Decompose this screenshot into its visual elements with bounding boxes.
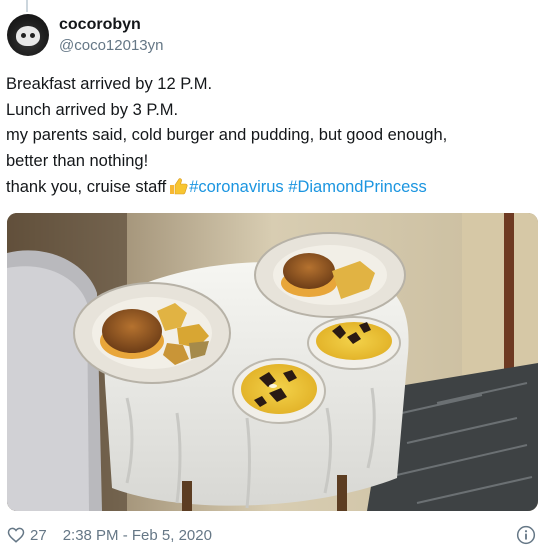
timestamp[interactable]: 2:38 PM - Feb 5, 2020 — [63, 527, 212, 544]
tweet-line-last: thank you, cruise staff #coronavirus #Di… — [6, 175, 536, 201]
tweet-line-text: thank you, cruise staff — [6, 177, 167, 196]
heart-outline-icon[interactable] — [7, 526, 25, 544]
tweet-line: my parents said, cold burger and pudding… — [6, 126, 448, 145]
user-handle[interactable]: @coco12013yn — [59, 36, 163, 55]
avatar-cat-face — [16, 26, 40, 46]
tweet-line: Lunch arrived by 3 P.M. — [6, 100, 179, 119]
avatar[interactable] — [7, 14, 49, 56]
meal-photo-illustration — [7, 213, 538, 511]
thread-connector-line — [26, 0, 28, 12]
hashtag-link[interactable]: #coronavirus — [189, 178, 283, 196]
hashtag-link[interactable]: #DiamondPrincess — [288, 178, 426, 196]
tweet-line: Breakfast arrived by 12 P.M. — [6, 75, 213, 93]
like-count[interactable]: 27 — [30, 527, 47, 544]
thumbs-up-emoji-icon — [170, 178, 188, 195]
tweet-footer: 27 2:38 PM - Feb 5, 2020 — [7, 523, 538, 547]
author-names: cocorobyn @coco12013yn — [59, 15, 163, 55]
display-name[interactable]: cocorobyn — [59, 15, 163, 34]
tweet-text: Breakfast arrived by 12 P.M. Lunch arriv… — [6, 72, 536, 201]
tweet-photo[interactable] — [7, 213, 538, 511]
tweet-header: cocorobyn @coco12013yn — [7, 12, 163, 58]
tweet-line: better than nothing! — [6, 152, 149, 171]
info-circle-icon[interactable] — [516, 525, 536, 545]
